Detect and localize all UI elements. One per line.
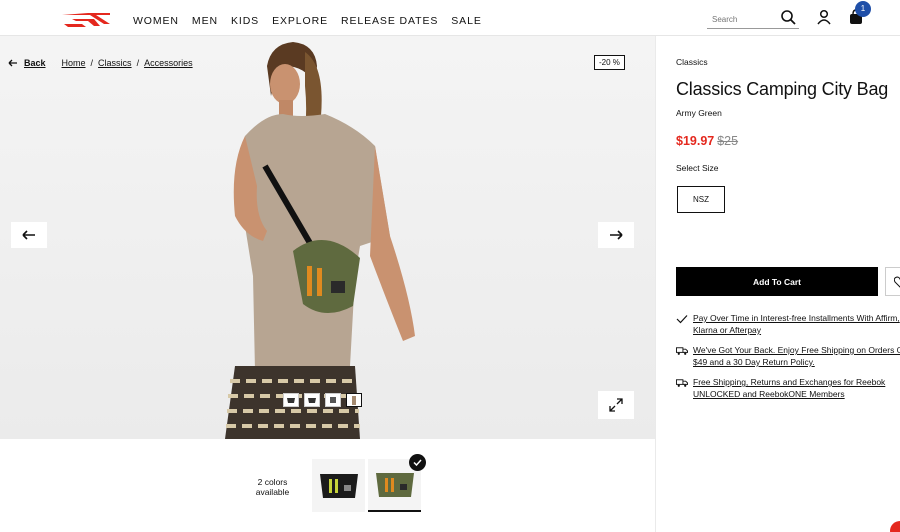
colors-available-text: available bbox=[255, 487, 290, 497]
colors-available-label: 2 colors available bbox=[250, 477, 295, 497]
color-selector: 2 colors available bbox=[0, 439, 655, 532]
perk-members-link[interactable]: Free Shipping, Returns and Exchanges for… bbox=[693, 376, 900, 400]
bag-green-thumbnail bbox=[375, 472, 414, 497]
thumbnail-4[interactable] bbox=[346, 393, 362, 407]
wishlist-button[interactable] bbox=[885, 267, 900, 296]
nav-sale[interactable]: SALE bbox=[451, 15, 481, 27]
sale-price: $19.97 bbox=[676, 134, 715, 148]
perk-financing: Pay Over Time in Interest-free Installme… bbox=[676, 312, 900, 336]
nav-kids[interactable]: KIDS bbox=[231, 15, 259, 27]
add-to-cart-button[interactable]: Add To Cart bbox=[676, 267, 878, 296]
perk-financing-link[interactable]: Pay Over Time in Interest-free Installme… bbox=[693, 312, 900, 336]
previous-image-button[interactable] bbox=[11, 222, 47, 248]
bag-black-thumbnail bbox=[319, 473, 358, 498]
cart-count-badge[interactable]: 1 bbox=[855, 1, 871, 17]
breadcrumb-classics[interactable]: Classics bbox=[98, 58, 132, 68]
product-gallery: Back Home / Classics / Accessories -20 % bbox=[0, 36, 655, 439]
search-icon[interactable] bbox=[780, 9, 796, 25]
nav-explore[interactable]: EXPLORE bbox=[272, 15, 328, 27]
fullscreen-button[interactable] bbox=[598, 391, 634, 419]
perk-shipping: We've Got Your Back. Enjoy Free Shipping… bbox=[676, 344, 900, 368]
size-option-nsz[interactable]: NSZ bbox=[677, 186, 725, 213]
truck-icon bbox=[676, 379, 688, 387]
product-color-name: Army Green bbox=[676, 108, 722, 118]
site-header: WOMEN MEN KIDS EXPLORE RELEASE DATES SAL… bbox=[0, 0, 900, 36]
select-size-label: Select Size bbox=[676, 163, 719, 173]
product-title: Classics Camping City Bag bbox=[676, 79, 889, 99]
image-thumbnail-strip bbox=[283, 393, 362, 407]
reebok-logo[interactable] bbox=[60, 12, 112, 28]
back-link[interactable]: Back bbox=[24, 58, 46, 68]
search-input[interactable] bbox=[712, 15, 782, 24]
original-price: $25 bbox=[717, 134, 739, 148]
product-image-model bbox=[225, 42, 415, 439]
next-image-button[interactable] bbox=[598, 222, 634, 248]
perk-members: Free Shipping, Returns and Exchanges for… bbox=[676, 376, 900, 400]
search-box bbox=[707, 9, 799, 29]
breadcrumb: Back Home / Classics / Accessories bbox=[8, 58, 193, 68]
truck-icon bbox=[676, 347, 688, 355]
thumbnail-2[interactable] bbox=[304, 393, 320, 407]
expand-icon bbox=[609, 398, 623, 412]
breadcrumb-home[interactable]: Home bbox=[62, 58, 86, 68]
nav-women[interactable]: WOMEN bbox=[133, 15, 179, 27]
product-category: Classics bbox=[676, 57, 708, 67]
nav-men[interactable]: MEN bbox=[192, 15, 218, 27]
arrow-right-icon bbox=[610, 230, 623, 240]
arrow-left-icon bbox=[22, 230, 35, 240]
breadcrumb-separator: / bbox=[90, 58, 94, 68]
back-arrow-icon[interactable] bbox=[8, 59, 18, 67]
product-info-panel: Classics Classics Camping City Bag Army … bbox=[655, 36, 900, 532]
main-nav: WOMEN MEN KIDS EXPLORE RELEASE DATES SAL… bbox=[133, 15, 495, 27]
perk-shipping-link[interactable]: We've Got Your Back. Enjoy Free Shipping… bbox=[693, 344, 900, 368]
check-icon bbox=[676, 315, 688, 324]
heart-icon bbox=[893, 276, 900, 288]
price-block: $19.97 $25 bbox=[676, 134, 738, 148]
nav-release-dates[interactable]: RELEASE DATES bbox=[341, 15, 438, 27]
thumbnail-1[interactable] bbox=[283, 393, 299, 407]
account-icon[interactable] bbox=[817, 9, 831, 25]
color-swatch-black[interactable] bbox=[312, 459, 365, 512]
selected-check-icon bbox=[409, 454, 426, 471]
breadcrumb-accessories[interactable]: Accessories bbox=[144, 58, 193, 68]
thumbnail-3[interactable] bbox=[325, 393, 341, 407]
breadcrumb-separator: / bbox=[136, 58, 140, 68]
discount-badge: -20 % bbox=[594, 55, 625, 70]
colors-count-text: 2 colors bbox=[257, 477, 288, 487]
